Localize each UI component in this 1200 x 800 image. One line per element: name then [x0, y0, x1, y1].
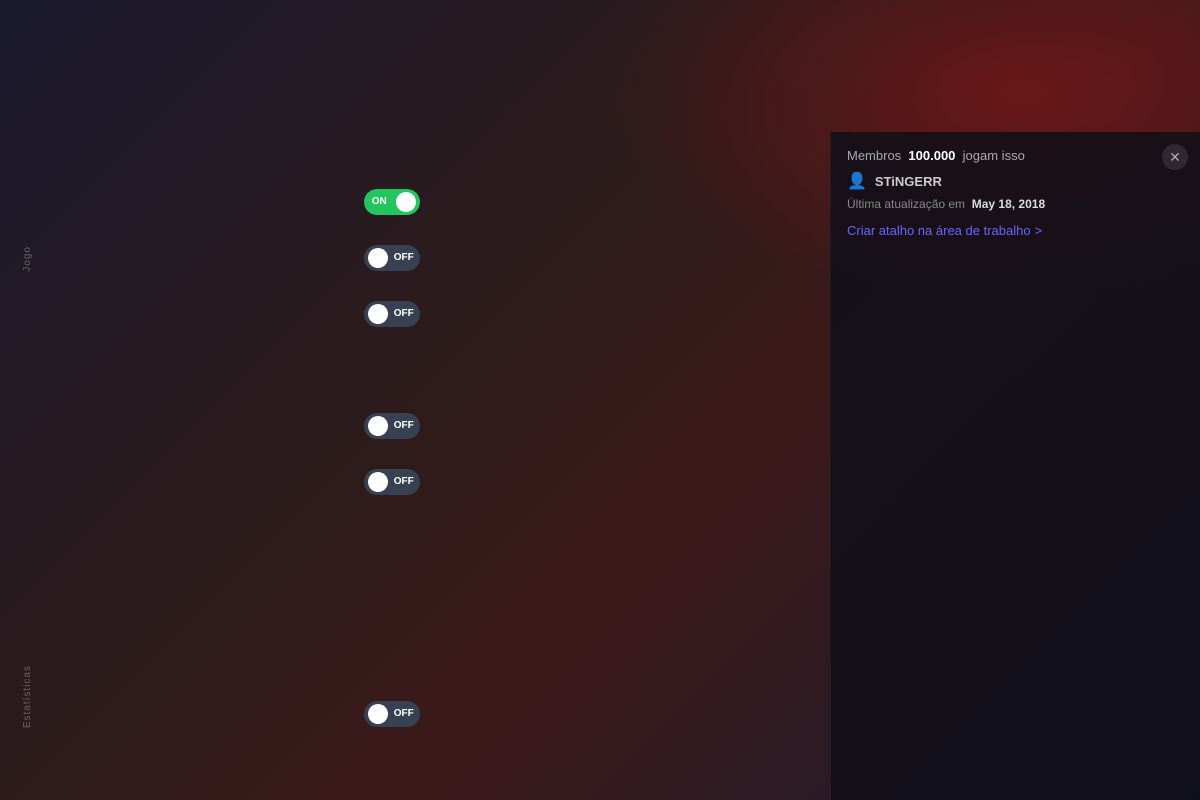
update-prefix: Última atualização em: [847, 197, 965, 211]
members-count: 100.000: [908, 148, 955, 163]
user-icon-sm: 👤: [847, 171, 867, 191]
toggle-label-instant-cooldown: OFF: [394, 308, 414, 319]
toggle-unlimited-rogue-stealth[interactable]: OFF: [364, 413, 420, 439]
toggle-unlimited-health[interactable]: ON: [364, 189, 420, 215]
members-label: Membros: [847, 148, 901, 163]
create-shortcut-link[interactable]: Criar atalho na área de trabalho >: [847, 223, 1184, 238]
toggle-knob-unlimited-party-health: [368, 248, 388, 268]
sidebar-label-game: Jogo: [22, 246, 33, 272]
close-panel-icon: ✕: [1169, 149, 1181, 166]
toggle-label-unlimited-rogue-stealth: OFF: [394, 420, 414, 431]
toggle-label-unlimited-party-health: OFF: [394, 252, 414, 263]
shortcut-chevron-icon: >: [1035, 223, 1043, 238]
toggle-knob-no-equip-requirements: [368, 472, 388, 492]
mod-username: STiNGERR: [875, 174, 942, 189]
toggle-unlimited-party-health[interactable]: OFF: [364, 245, 420, 271]
sidebar-label-stats: Estatísticas: [22, 665, 33, 728]
shortcut-label: Criar atalho na área de trabalho: [847, 223, 1031, 238]
toggle-knob-unlimited-mana: [368, 704, 388, 724]
members-suffix: jogam isso: [963, 148, 1025, 163]
toggle-knob-unlimited-health: [396, 192, 416, 212]
right-panel: ✕ Membros 100.000 jogam isso 👤 STiNGERR …: [830, 132, 1200, 800]
update-date: May 18, 2018: [972, 197, 1045, 211]
toggle-label-unlimited-health: ON: [372, 196, 387, 207]
toggle-label-unlimited-mana: OFF: [394, 708, 414, 719]
user-row: 👤 STiNGERR: [847, 171, 1184, 191]
toggle-label-no-equip-requirements: OFF: [394, 476, 414, 487]
toggle-no-equip-requirements[interactable]: OFF: [364, 469, 420, 495]
close-panel-button[interactable]: ✕: [1162, 144, 1188, 170]
toggle-unlimited-mana[interactable]: OFF: [364, 701, 420, 727]
toggle-knob-unlimited-rogue-stealth: [368, 416, 388, 436]
toggle-knob-instant-cooldown: [368, 304, 388, 324]
members-row: Membros 100.000 jogam isso: [847, 148, 1184, 163]
update-row: Última atualização em May 18, 2018: [847, 197, 1184, 211]
toggle-instant-cooldown[interactable]: OFF: [364, 301, 420, 327]
